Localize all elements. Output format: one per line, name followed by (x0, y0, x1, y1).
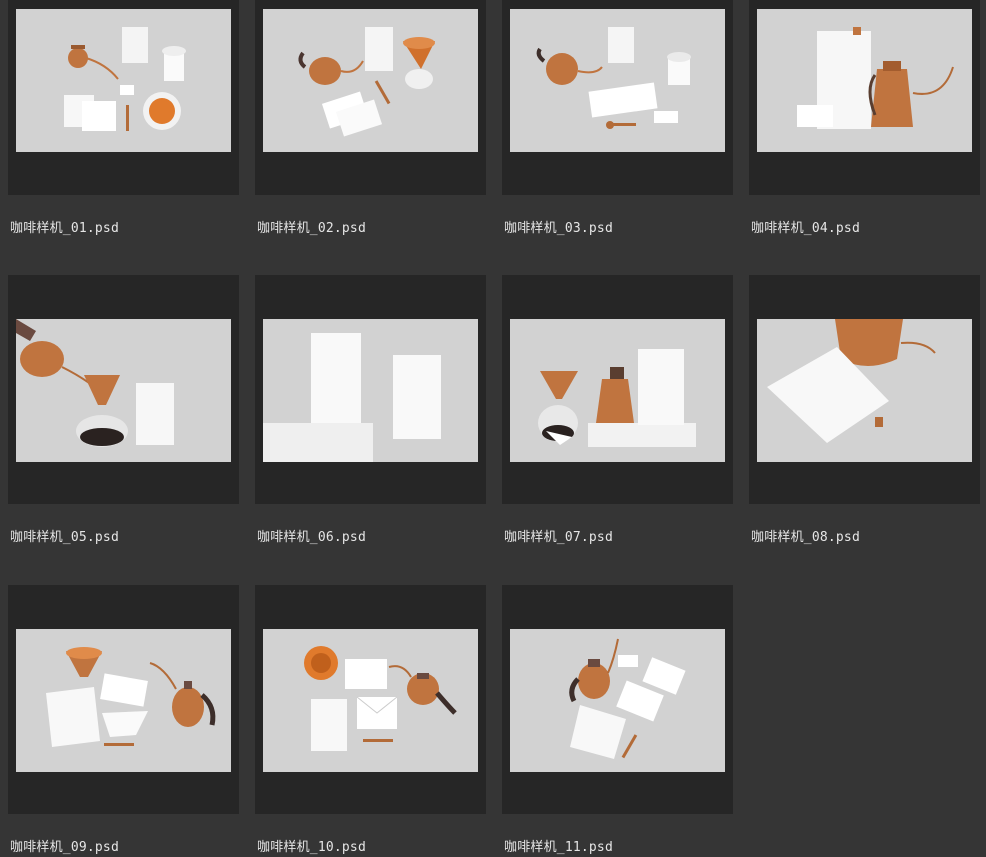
file-name[interactable]: 咖啡样机_01.psd (10, 217, 119, 236)
file-name[interactable]: 咖啡样机_07.psd (504, 526, 613, 545)
thumbnail-image (510, 9, 725, 152)
file-thumbnail-tile[interactable] (749, 275, 980, 504)
file-name[interactable]: 咖啡样机_04.psd (751, 217, 860, 236)
file-name[interactable]: 咖啡样机_02.psd (257, 217, 366, 236)
file-name[interactable]: 咖啡样机_11.psd (504, 836, 613, 855)
file-item-05[interactable]: 咖啡样机_05.psd (8, 275, 239, 545)
thumbnail-image (263, 9, 478, 152)
thumbnail-image (16, 629, 231, 772)
thumbnail-image (16, 319, 231, 462)
file-thumbnail-tile[interactable] (255, 0, 486, 195)
file-name[interactable]: 咖啡样机_06.psd (257, 526, 366, 545)
file-thumbnail-tile[interactable] (255, 585, 486, 814)
file-thumbnail-tile[interactable] (502, 0, 733, 195)
file-thumbnail-tile[interactable] (502, 275, 733, 504)
file-name[interactable]: 咖啡样机_09.psd (10, 836, 119, 855)
file-item-02[interactable]: 咖啡样机_02.psd (255, 0, 486, 260)
file-item-01[interactable]: 咖啡样机_01.psd (8, 0, 239, 260)
thumbnail-image (757, 319, 972, 462)
file-thumbnail-tile[interactable] (749, 0, 980, 195)
thumbnail-image (263, 319, 478, 462)
thumbnail-image (263, 629, 478, 772)
file-item-11[interactable]: 咖啡样机_11.psd (502, 585, 733, 855)
file-name[interactable]: 咖啡样机_03.psd (504, 217, 613, 236)
file-thumbnail-tile[interactable] (255, 275, 486, 504)
file-item-06[interactable]: 咖啡样机_06.psd (255, 275, 486, 545)
thumbnail-image (16, 9, 231, 152)
file-thumbnail-tile[interactable] (502, 585, 733, 814)
file-item-04[interactable]: 咖啡样机_04.psd (749, 0, 980, 260)
file-item-03[interactable]: 咖啡样机_03.psd (502, 0, 733, 260)
file-thumbnail-tile[interactable] (8, 0, 239, 195)
file-item-09[interactable]: 咖啡样机_09.psd (8, 585, 239, 855)
file-item-10[interactable]: 咖啡样机_10.psd (255, 585, 486, 855)
file-name[interactable]: 咖啡样机_05.psd (10, 526, 119, 545)
file-name[interactable]: 咖啡样机_10.psd (257, 836, 366, 855)
file-thumbnail-tile[interactable] (8, 585, 239, 814)
file-item-08[interactable]: 咖啡样机_08.psd (749, 275, 980, 545)
file-item-07[interactable]: 咖啡样机_07.psd (502, 275, 733, 545)
thumbnail-image (510, 319, 725, 462)
file-thumbnail-tile[interactable] (8, 275, 239, 504)
thumbnail-image (510, 629, 725, 772)
thumbnail-image (757, 9, 972, 152)
file-name[interactable]: 咖啡样机_08.psd (751, 526, 860, 545)
